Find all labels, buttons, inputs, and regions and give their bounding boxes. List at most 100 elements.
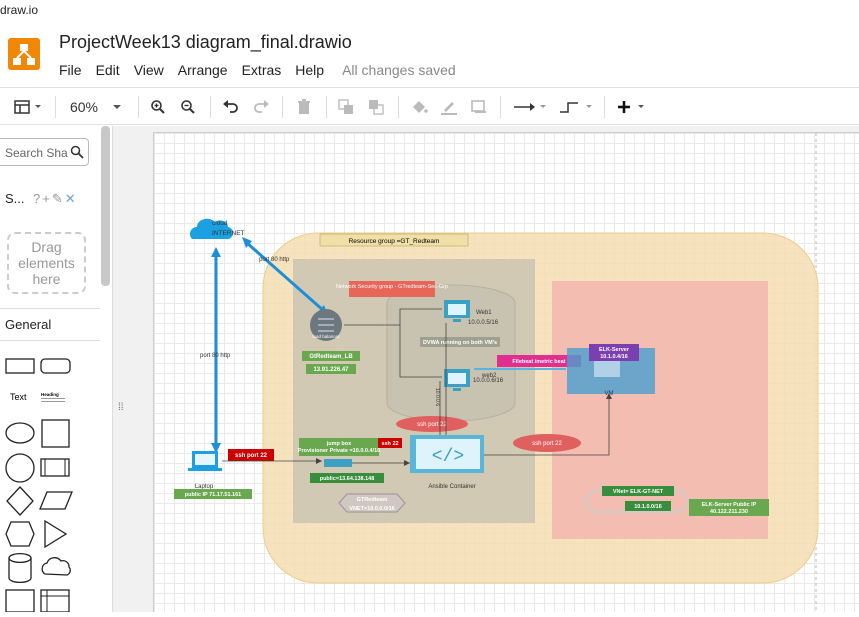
svg-text:VNet= ELK-GT-NET: VNet= ELK-GT-NET <box>613 489 664 495</box>
undo-icon[interactable] <box>220 96 242 118</box>
parallelogram-shape <box>39 491 73 510</box>
general-shapes-grid: Text Heading <box>0 352 100 617</box>
app-header: ProjectWeek13 diagram_final.drawio File … <box>0 22 859 87</box>
zoom-out-icon[interactable] <box>178 96 198 118</box>
svg-text:jump box: jump box <box>326 441 352 447</box>
zoom-value: 60% <box>69 99 99 115</box>
heading-shape: Heading <box>41 392 59 397</box>
drawio-logo-icon <box>8 38 40 70</box>
svg-text:cloud: cloud <box>212 220 228 227</box>
cylinder-shape <box>8 552 32 584</box>
menu-edit[interactable]: Edit <box>96 62 120 78</box>
shapes-sidebar: Search Sha S... ?+✎✕ Drag elements here Ge… <box>0 126 113 613</box>
line-color-icon[interactable] <box>438 96 460 118</box>
vertical-ip-label: 10.0.0.6 <box>434 388 440 406</box>
svg-text:DVWA running on both VM's: DVWA running on both VM's <box>423 340 497 346</box>
section-divider <box>0 340 100 341</box>
cloud-shape <box>41 557 71 576</box>
diamond-shape <box>6 486 34 516</box>
search-shapes-input[interactable]: Search Sha <box>0 138 89 166</box>
svg-text:ELK-Server: ELK-Server <box>599 347 630 353</box>
svg-text:40.122.211.230: 40.122.211.230 <box>710 509 748 515</box>
svg-text:ssh port 22: ssh port 22 <box>235 453 268 459</box>
laptop-icon <box>188 451 222 471</box>
svg-text:Web1: Web1 <box>476 310 492 316</box>
svg-text:ssh 22: ssh 22 <box>381 441 398 447</box>
toolbar-divider <box>138 96 139 118</box>
circle-shape <box>5 453 35 483</box>
rounded-rectangle-shape <box>40 358 71 374</box>
svg-text:GtRedteam_LB: GtRedteam_LB <box>309 354 353 360</box>
diagram-canvas[interactable]: Resource group =GT_Redteam cloud INTERNE… <box>153 132 859 613</box>
menu-arrange[interactable]: Arrange <box>178 62 228 78</box>
menu-file[interactable]: File <box>59 62 82 78</box>
rectangle-shape <box>5 358 35 374</box>
toolbar: 60% <box>0 87 859 125</box>
insert-icon[interactable] <box>614 96 650 118</box>
connection-style-icon[interactable] <box>510 96 550 118</box>
window-titlebar: draw.io <box>0 0 859 22</box>
edit-icon[interactable]: ✎ <box>52 191 65 206</box>
toolbar-divider <box>326 96 327 118</box>
internal-storage-shape <box>40 589 70 613</box>
code-icon: </> <box>432 447 464 467</box>
save-status: All changes saved <box>342 62 456 78</box>
shadow-icon[interactable] <box>468 96 490 118</box>
search-placeholder: Search Sha <box>5 146 68 160</box>
scratchpad-drop-zone[interactable]: Drag elements here <box>7 232 86 294</box>
ellipse-shape <box>5 422 35 444</box>
zoom-select[interactable]: 60% <box>66 96 128 118</box>
section-divider <box>0 308 100 309</box>
svg-text:ssh port 22: ssh port 22 <box>532 441 562 447</box>
menu-extras[interactable]: Extras <box>242 62 282 78</box>
sidebar-scrollbar[interactable] <box>101 126 110 286</box>
svg-text:Ansible Container: Ansible Container <box>428 484 475 490</box>
format-panel-button[interactable] <box>10 96 46 118</box>
fill-color-icon[interactable] <box>408 96 430 118</box>
port80-label-lb: port 80 http <box>259 257 290 263</box>
svg-text:ssh port 22: ssh port 22 <box>417 422 447 428</box>
svg-text:load balancer: load balancer <box>312 334 340 339</box>
svg-text:ELK-Server Public IP: ELK-Server Public IP <box>702 502 757 508</box>
toolbar-divider <box>398 96 399 118</box>
add-icon[interactable]: + <box>42 191 52 206</box>
help-icon[interactable]: ? <box>33 191 42 206</box>
zoom-in-icon[interactable] <box>148 96 168 118</box>
jumpbox-vm-icon <box>324 459 352 467</box>
menu-view[interactable]: View <box>134 62 164 78</box>
window-title: draw.io <box>0 3 39 17</box>
svg-text:10.0.0.6/16: 10.0.0.6/16 <box>473 378 504 384</box>
general-section-title[interactable]: General <box>5 317 51 332</box>
diagram-svg[interactable]: Resource group =GT_Redteam cloud INTERNE… <box>154 133 859 613</box>
square-shape <box>41 419 70 448</box>
svg-text:VNET=10.0.0.0/16: VNET=10.0.0.0/16 <box>349 506 394 512</box>
sidebar-resize-handle[interactable]: ⁞⁞ <box>118 402 124 413</box>
document-title[interactable]: ProjectWeek13 diagram_final.drawio <box>59 32 352 53</box>
hexagon-shape <box>5 521 35 547</box>
svg-text:10.0.0.5/16: 10.0.0.5/16 <box>468 320 499 326</box>
port80-label-laptop: port 80 http <box>200 353 231 359</box>
menu-bar: File Edit View Arrange Extras Help All c… <box>59 62 470 78</box>
svg-text:INTERNET: INTERNET <box>212 230 245 237</box>
redo-icon[interactable] <box>250 96 272 118</box>
toolbar-divider <box>604 96 605 118</box>
menu-help[interactable]: Help <box>295 62 324 78</box>
svg-text:Network Security group - GTred: Network Security group - GTredteam-Sec-G… <box>336 284 448 290</box>
document-shape <box>5 589 35 613</box>
close-icon[interactable]: ✕ <box>65 191 78 206</box>
svg-text:public IP 71.17.51.161: public IP 71.17.51.161 <box>185 492 241 498</box>
text-shape: Text <box>10 392 27 402</box>
search-icon[interactable] <box>70 145 84 162</box>
scratchpad-tools: ?+✎✕ <box>33 191 78 207</box>
svg-text:public=13.64.138.148: public=13.64.138.148 <box>320 476 375 482</box>
svg-text:13.91.226.47: 13.91.226.47 <box>313 367 349 373</box>
delete-icon[interactable] <box>294 96 314 118</box>
svg-text:10.1.0.4/16: 10.1.0.4/16 <box>600 354 628 360</box>
resource-group-text: Resource group =GT_Redteam <box>349 238 440 245</box>
to-back-icon[interactable] <box>366 96 386 118</box>
svg-text:GTRedteam: GTRedteam <box>357 497 388 503</box>
svg-text:Provisioner Private =10.0.0.4/: Provisioner Private =10.0.0.4/16 <box>298 448 380 454</box>
waypoints-icon[interactable] <box>556 96 596 118</box>
to-front-icon[interactable] <box>336 96 356 118</box>
scratchpad-title[interactable]: S... <box>5 191 25 206</box>
